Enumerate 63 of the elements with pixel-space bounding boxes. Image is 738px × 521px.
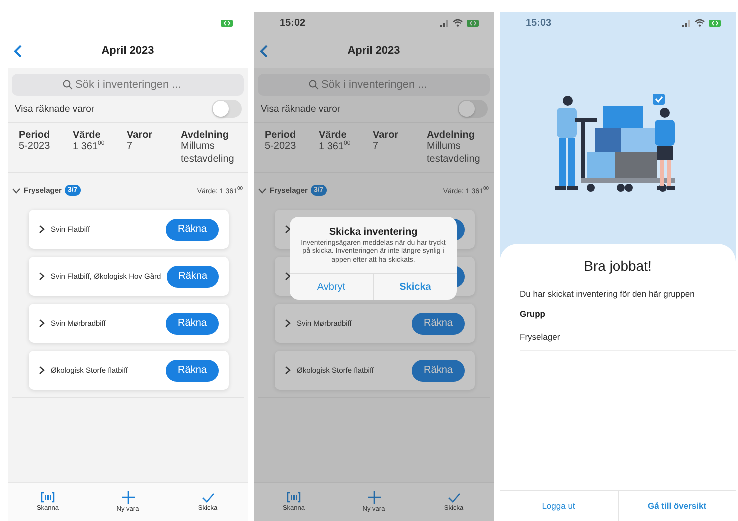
toggle-label: Visa räknade varor xyxy=(261,104,341,114)
stat-label: Avdelning xyxy=(427,130,476,141)
status-time: 15:02 xyxy=(280,18,306,28)
stat-label: Värde xyxy=(73,130,101,141)
stat-label: Varor xyxy=(373,130,400,141)
chevron-icon[interactable] xyxy=(39,366,45,375)
count-button[interactable]: Räkna xyxy=(166,360,219,382)
chevron-icon[interactable] xyxy=(39,225,45,234)
barcode-scan-icon[interactable] xyxy=(41,492,55,503)
plus-icon[interactable] xyxy=(122,491,134,504)
status-time: 15:03 xyxy=(526,18,552,28)
back-icon[interactable] xyxy=(260,45,268,58)
toggle-switch[interactable] xyxy=(212,100,242,118)
search-bar[interactable]: Sök i inventeringen ... xyxy=(12,74,244,96)
search-field[interactable]: Sök i inventeringen ... xyxy=(322,79,440,91)
signal-icon xyxy=(440,20,449,26)
stat-value: 5-2023 xyxy=(19,141,52,154)
field-value: Fryselager xyxy=(520,332,736,351)
stat-label: Period xyxy=(19,130,52,141)
battery-icon xyxy=(467,20,480,26)
toggle-switch[interactable] xyxy=(458,100,488,118)
dialog-title: Skicka inventering xyxy=(329,227,418,238)
screen-title: April 2023 xyxy=(348,45,400,57)
stat-label: Period xyxy=(265,130,298,141)
success-message: Du har skickat inventering för den här gruppen xyxy=(520,289,695,299)
stat-label: Avdelning xyxy=(181,130,230,141)
back-icon[interactable] xyxy=(14,45,22,58)
count-button[interactable]: Räkna xyxy=(166,312,219,334)
search-field[interactable]: Sök i inventeringen ... xyxy=(76,79,194,91)
battery-icon xyxy=(709,20,722,26)
chevron-icon[interactable] xyxy=(39,272,45,281)
signal-icon xyxy=(682,20,691,26)
stat-value: 1 361$^{00}$ xyxy=(319,141,352,154)
checkmark-icon[interactable] xyxy=(202,492,214,502)
chevron-icon[interactable] xyxy=(39,319,45,328)
chevron-icon[interactable] xyxy=(285,272,291,281)
stat-value: 7 xyxy=(373,141,380,154)
count-button[interactable]: Räkna xyxy=(167,266,219,288)
search-bar[interactable]: Sök i inventeringen ... xyxy=(258,74,490,96)
search-icon xyxy=(308,80,318,90)
search-icon xyxy=(62,80,72,90)
wifi-icon xyxy=(695,19,705,27)
chevron-icon[interactable] xyxy=(12,188,21,194)
battery-icon xyxy=(221,20,234,26)
chevron-icon[interactable] xyxy=(285,366,291,375)
toggle-label: Visa räknade varor xyxy=(15,104,95,114)
stat-value: Millums testavdeling xyxy=(181,141,236,166)
stat-value: Millums testavdeling xyxy=(427,141,482,166)
stat-label: Värde xyxy=(319,130,347,141)
screen-title: April 2023 xyxy=(102,45,154,57)
wifi-icon xyxy=(453,19,463,27)
chevron-icon[interactable] xyxy=(285,319,291,328)
count-button[interactable]: Räkna xyxy=(166,218,219,240)
plus-icon[interactable] xyxy=(368,491,380,504)
barcode-scan-icon[interactable] xyxy=(287,492,301,503)
stat-value: 7 xyxy=(127,141,134,154)
field-label: Grupp xyxy=(520,309,546,319)
chevron-icon[interactable] xyxy=(285,225,291,234)
stat-value: 1 361$^{00}$ xyxy=(73,141,106,154)
stat-label: Varor xyxy=(127,130,154,141)
stat-value: 5-2023 xyxy=(265,141,298,154)
checkmark-icon[interactable] xyxy=(448,492,460,502)
success-heading: Bra jobbat! xyxy=(584,258,652,274)
